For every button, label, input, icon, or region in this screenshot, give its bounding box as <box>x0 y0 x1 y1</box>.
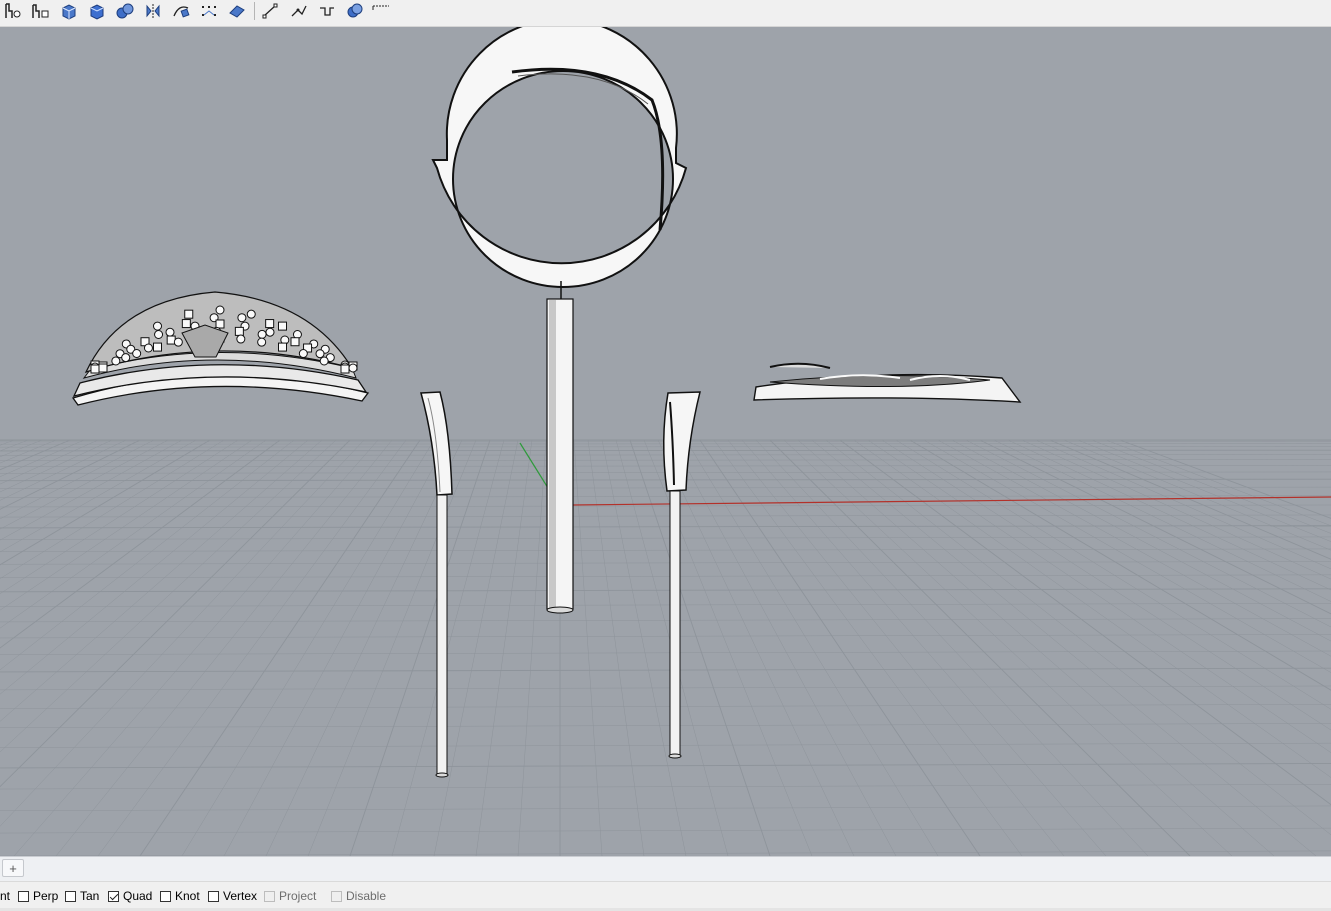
box-icon[interactable] <box>58 1 80 21</box>
osnap-item-perp[interactable]: Perp <box>18 888 58 904</box>
tan-checkbox[interactable] <box>65 890 76 902</box>
osnap-label: Project <box>279 889 317 903</box>
curve-icon[interactable] <box>316 1 338 21</box>
disable-checkbox[interactable] <box>331 890 342 902</box>
osnap-bar: nt Perp Tan Quad Knot Vertex Project Dis… <box>0 881 1331 911</box>
boolean-icon[interactable] <box>344 1 366 21</box>
add-icon: + <box>9 860 17 876</box>
osnap-item-project[interactable]: Project <box>264 888 316 904</box>
osnap-item-vertex[interactable]: Vertex <box>208 888 257 904</box>
viewport-tab-bar: + <box>0 856 1331 881</box>
mirror-icon[interactable] <box>142 1 164 21</box>
surface-icon[interactable] <box>226 1 248 21</box>
more-icon[interactable] <box>370 1 392 21</box>
osnap-item-disable[interactable]: Disable <box>331 888 386 904</box>
toolbar <box>0 0 1331 27</box>
x-axis-line <box>571 496 1331 506</box>
polyline-icon[interactable] <box>288 1 310 21</box>
ring-shank-with-stem[interactable] <box>431 27 688 614</box>
knot-checkbox[interactable] <box>160 890 171 902</box>
viewport-scene <box>0 27 1331 856</box>
control-points-icon[interactable] <box>198 1 220 21</box>
osnap-label: Quad <box>123 889 153 903</box>
toolbar-separator <box>254 2 255 20</box>
spheres-icon[interactable] <box>114 1 136 21</box>
quad-checkbox[interactable] <box>108 890 119 902</box>
osnap-label: Tan <box>80 889 100 903</box>
add-viewport-tab-button[interactable]: + <box>2 859 24 877</box>
line-icon[interactable] <box>259 1 281 21</box>
perp-checkbox[interactable] <box>18 890 29 902</box>
osnap-label: Disable <box>346 889 387 903</box>
flat-band-piece[interactable] <box>753 362 1022 403</box>
select-points-icon[interactable] <box>2 1 24 21</box>
osnap-label: Knot <box>175 889 200 903</box>
osnap-item-quad[interactable]: Quad <box>108 888 152 904</box>
vertex-checkbox[interactable] <box>208 890 219 902</box>
solid-icon[interactable] <box>86 1 108 21</box>
osnap-label: nt <box>0 889 11 903</box>
osnap-item-knot[interactable]: Knot <box>160 888 200 904</box>
osnap-label: Perp <box>33 889 59 903</box>
project-checkbox[interactable] <box>264 890 275 902</box>
select-objects-icon[interactable] <box>30 1 52 21</box>
sweep-icon[interactable] <box>170 1 192 21</box>
y-axis-line <box>519 442 549 489</box>
osnap-item-tan[interactable]: Tan <box>65 888 99 904</box>
osnap-item-point[interactable]: nt <box>0 888 10 904</box>
left-prong-stem[interactable] <box>420 391 453 778</box>
osnap-label: Vertex <box>223 889 258 903</box>
crown-head-pave[interactable] <box>71 291 370 406</box>
construction-grid <box>0 439 1331 856</box>
perspective-viewport[interactable] <box>0 27 1331 856</box>
